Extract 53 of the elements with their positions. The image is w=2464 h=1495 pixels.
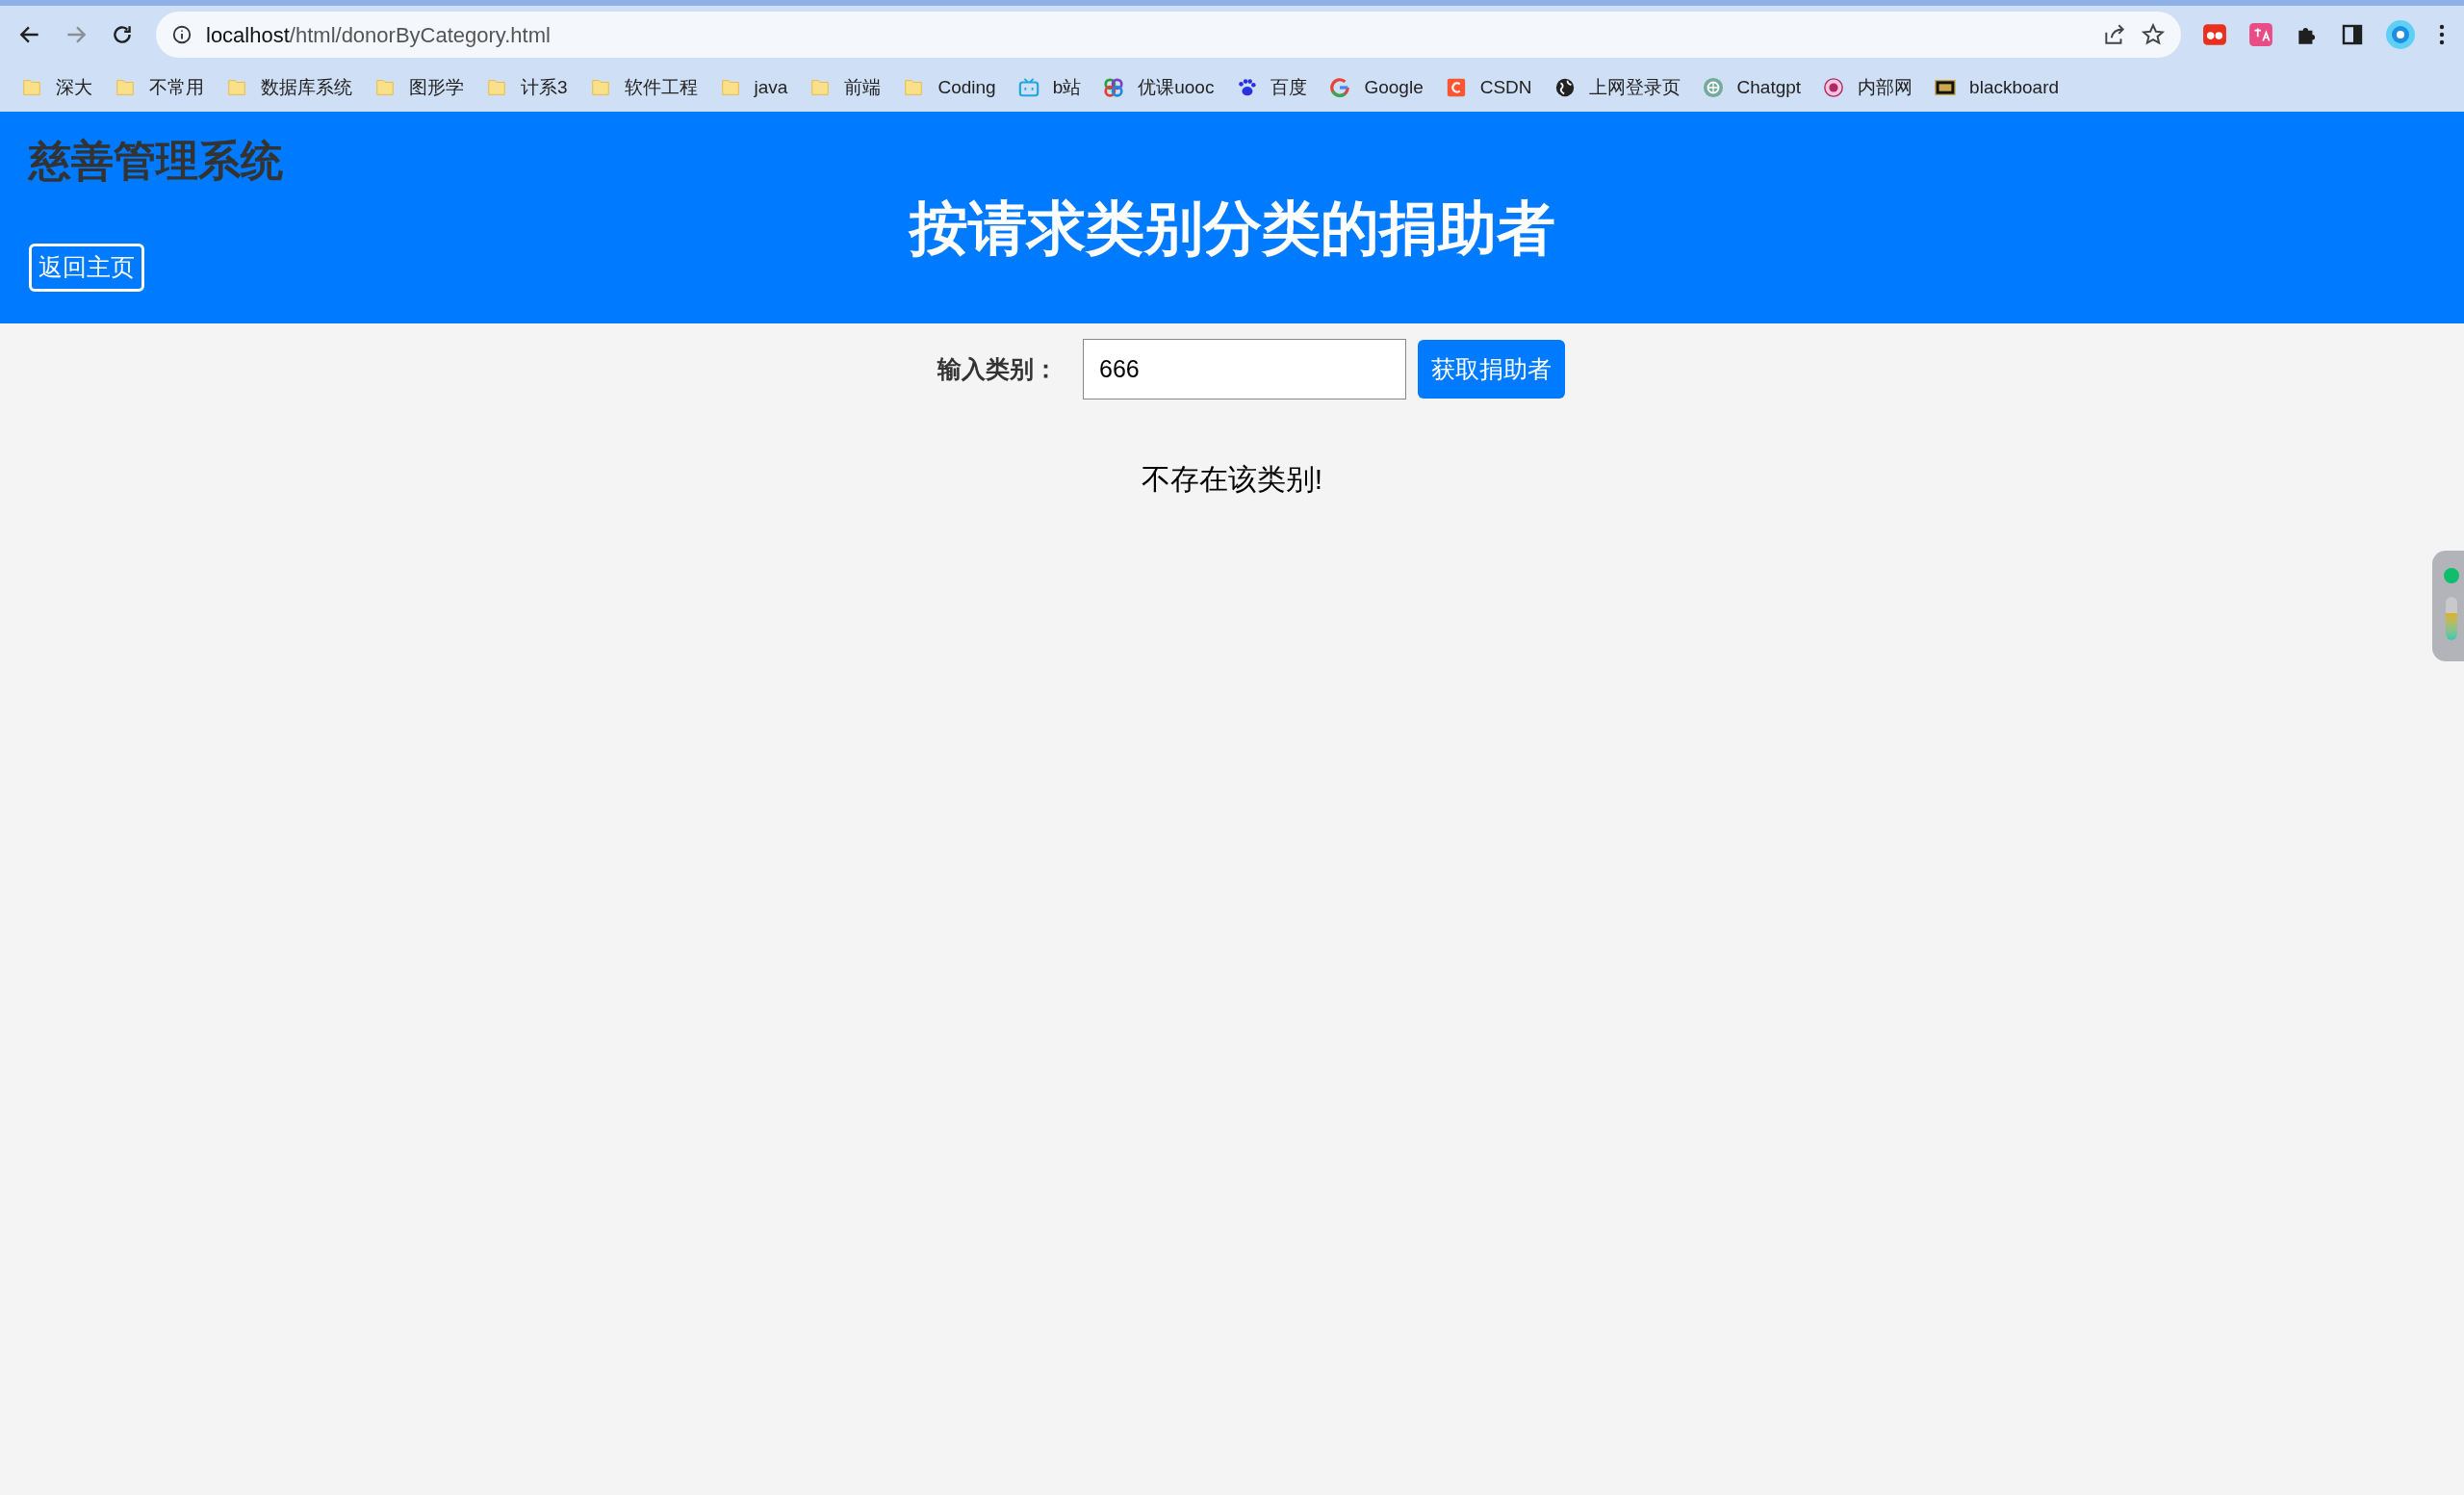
bookmark-link[interactable]: Chatgpt — [1736, 73, 1802, 102]
rings-icon — [1103, 77, 1125, 98]
side-panel-icon[interactable] — [2341, 23, 2364, 46]
site-title: 慈善管理系统 — [29, 136, 283, 186]
profile-avatar[interactable] — [2385, 19, 2416, 50]
bookmark-link[interactable]: b站 — [1052, 73, 1082, 102]
share-icon[interactable] — [2102, 22, 2127, 47]
multicolor-ring-icon — [1329, 77, 1351, 98]
bookmark-link[interactable]: 计系3 — [521, 73, 568, 102]
bookmark-link[interactable]: blackboard — [1969, 73, 2060, 102]
letter-c-icon — [1445, 77, 1467, 98]
bookmark-link[interactable]: 图形学 — [409, 73, 464, 102]
folder-icon — [226, 77, 247, 98]
page-heading: 按请求类别分类的捐助者 — [909, 194, 1555, 263]
bookmark-link[interactable]: 内部网 — [1858, 73, 1913, 102]
bookmark-link[interactable]: java — [754, 73, 788, 102]
bookmark-link[interactable]: 前端 — [844, 73, 882, 102]
extension-icon[interactable] — [2202, 22, 2227, 47]
result-message: 不存在该类别! — [1140, 462, 1324, 497]
globe-icon — [1553, 77, 1576, 98]
folder-icon — [115, 77, 136, 98]
bookmark-link[interactable]: 优课uooc — [1138, 73, 1215, 102]
folder-icon — [903, 77, 925, 98]
menu-icon[interactable] — [2437, 22, 2447, 47]
folder-icon — [374, 77, 396, 98]
tv-icon — [1017, 77, 1040, 98]
info-icon — [171, 24, 192, 45]
get-donors-button[interactable]: 获取捐助者 — [1418, 340, 1565, 399]
folder-icon — [589, 77, 611, 98]
category-label: 输入类别： — [937, 353, 1058, 384]
category-input[interactable]: 666 — [1083, 339, 1406, 400]
bookmark-link[interactable]: 不常用 — [149, 73, 204, 102]
folder-icon — [809, 77, 832, 98]
bookmark-link[interactable]: Google — [1364, 73, 1424, 102]
bookmark-link[interactable]: CSDN — [1479, 73, 1532, 102]
seal-icon — [1823, 77, 1845, 98]
paw-icon — [1236, 77, 1258, 98]
bookmark-link[interactable]: 软件工程 — [624, 73, 698, 102]
folder-icon — [21, 77, 42, 98]
folder-icon — [486, 77, 507, 98]
translate-icon[interactable] — [2248, 22, 2273, 47]
bookmark-link[interactable]: 上网登录页 — [1588, 73, 1681, 102]
address-bar[interactable]: localhost/html/donorByCategory.html — [156, 12, 2181, 58]
knot-icon — [1702, 77, 1724, 98]
star-icon[interactable] — [2141, 22, 2166, 47]
bookmark-link[interactable]: Coding — [937, 73, 996, 102]
bookmark-link[interactable]: 深大 — [56, 73, 92, 102]
plate-icon — [1935, 77, 1957, 98]
folder-icon — [719, 77, 741, 98]
url-text: localhost/html/donorByCategory.html — [206, 21, 551, 49]
home-button[interactable]: 返回主页 — [29, 244, 144, 292]
bookmark-link[interactable]: 百度 — [1270, 73, 1308, 102]
bookmark-link[interactable]: 数据库系统 — [261, 73, 352, 102]
